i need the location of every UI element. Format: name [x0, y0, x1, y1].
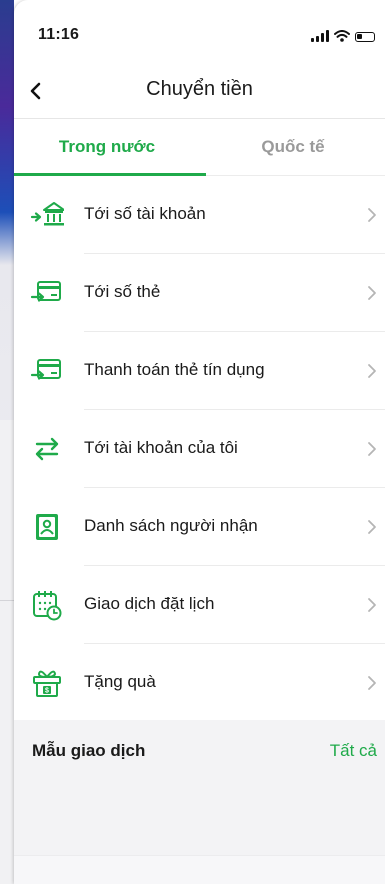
credit-card-payment-icon: [30, 359, 61, 380]
bottom-bar: [14, 855, 385, 884]
menu-item-scheduled[interactable]: Giao dịch đặt lịch: [14, 566, 385, 644]
svg-text:$: $: [45, 688, 49, 695]
chevron-right-icon: [368, 286, 376, 300]
tab-bar: Trong nước Quốc tế: [14, 119, 385, 175]
menu-item-credit-card-payment[interactable]: Thanh toán thẻ tín dụng: [14, 332, 385, 410]
menu-item-own-account[interactable]: Tới tài khoản của tôi: [14, 410, 385, 488]
battery-icon: [355, 32, 375, 42]
chevron-right-icon: [368, 598, 376, 612]
menu-item-label: Tới số thẻ: [84, 282, 161, 301]
bank-transfer-icon: [30, 202, 64, 226]
menu-item-label: Tới số tài khoản: [84, 204, 206, 223]
status-icons: [311, 26, 375, 42]
menu-item-label: Tới tài khoản của tôi: [84, 438, 238, 457]
chevron-right-icon: [368, 208, 376, 222]
page-title: Chuyển tiền: [146, 78, 253, 100]
transfer-menu: Tới số tài khoản Tới số thẻ Thanh toán t…: [14, 176, 385, 722]
card-transfer-icon: [30, 281, 61, 302]
contact-book-icon: [36, 514, 58, 540]
tab-domestic[interactable]: Trong nước: [14, 119, 200, 175]
templates-section: Mẫu giao dịch Tất cả: [14, 720, 385, 884]
menu-item-label: Danh sách người nhận: [84, 516, 258, 535]
chevron-right-icon: [368, 442, 376, 456]
swap-arrows-icon: [35, 437, 59, 461]
chevron-right-icon: [368, 364, 376, 378]
chevron-right-icon: [368, 676, 376, 690]
status-bar: 11:16: [14, 0, 385, 60]
menu-item-recipients[interactable]: Danh sách người nhận: [14, 488, 385, 566]
templates-title: Mẫu giao dịch: [32, 741, 146, 760]
nav-bar: Chuyển tiền: [14, 68, 385, 116]
menu-item-account-transfer[interactable]: Tới số tài khoản: [14, 176, 385, 254]
menu-item-card-transfer[interactable]: Tới số thẻ: [14, 254, 385, 332]
see-all-link[interactable]: Tất cả: [330, 741, 377, 761]
menu-item-label: Thanh toán thẻ tín dụng: [84, 360, 265, 379]
gift-icon: $: [33, 670, 61, 697]
menu-item-gift[interactable]: $ Tặng quà: [14, 644, 385, 722]
wifi-icon: [334, 30, 350, 42]
menu-item-label: Giao dịch đặt lịch: [84, 594, 215, 613]
status-time: 11:16: [38, 26, 80, 43]
chevron-right-icon: [368, 520, 376, 534]
signal-icon: [311, 30, 329, 42]
calendar-clock-icon: [33, 591, 62, 621]
tab-international[interactable]: Quốc tế: [200, 119, 385, 175]
menu-item-label: Tặng quà: [84, 672, 156, 691]
background-app: [0, 0, 14, 884]
transfer-sheet: 11:16 Chuyển tiền Trong nước Quốc tế Tới…: [14, 0, 385, 884]
